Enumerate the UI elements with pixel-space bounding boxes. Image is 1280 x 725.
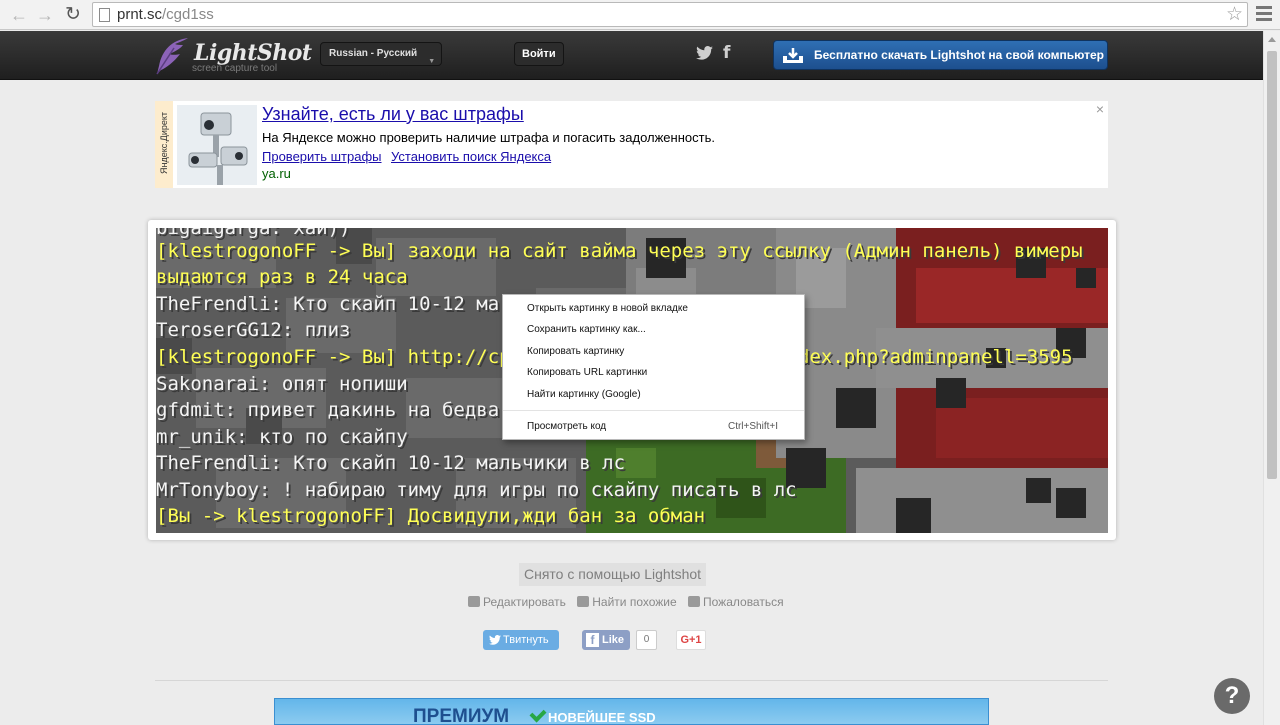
browser-menu-icon[interactable] bbox=[1256, 6, 1272, 22]
flag-icon bbox=[688, 596, 701, 607]
bottom-banner[interactable]: ПРЕМИУМ НОВЕЙШЕЕ SSD bbox=[274, 698, 989, 725]
download-icon bbox=[783, 48, 803, 63]
chat-line: gfdmit: привет дакинь на бедва bbox=[156, 399, 500, 421]
image-actions: Редактировать Найти похожие Пожаловаться bbox=[468, 595, 792, 609]
banner-subline: НОВЕЙШЕЕ SSD bbox=[548, 710, 656, 725]
chat-line: TheFrendli: Кто скайп 10-12 мальчики в л… bbox=[156, 452, 626, 474]
bookmark-star-icon[interactable]: ☆ bbox=[1226, 3, 1243, 26]
pencil-icon bbox=[468, 596, 480, 607]
credit-label[interactable]: Снято с помощью Lightshot bbox=[519, 563, 707, 586]
ad-link-install-search[interactable]: Установить поиск Яндекса bbox=[391, 149, 551, 164]
scrollbar-thumb[interactable] bbox=[1267, 51, 1277, 479]
ad-description: На Яндексе можно проверить наличие штраф… bbox=[262, 130, 715, 145]
menu-inspect-label: Просмотреть код bbox=[527, 421, 607, 432]
reload-icon[interactable]: ↻ bbox=[62, 4, 84, 26]
divider bbox=[155, 680, 1108, 681]
ad-image[interactable] bbox=[177, 105, 257, 185]
check-icon bbox=[529, 705, 547, 723]
chat-line: [klestrogonoFF -> Вы] заходи на сайт вай… bbox=[156, 240, 1083, 262]
chat-line: mr_unik: кто по скайпу bbox=[156, 426, 408, 448]
chat-line: TeroserGG12: плиз bbox=[156, 319, 351, 341]
ad-tag[interactable]: Яндекс.Директ bbox=[155, 101, 173, 188]
feather-icon bbox=[156, 38, 188, 75]
ad-domain[interactable]: ya.ru bbox=[262, 166, 291, 181]
chat-line: TheFrendli: Кто скайп 10-12 ма bbox=[156, 293, 500, 315]
brand-tagline: screen capture tool bbox=[192, 63, 278, 74]
vertical-scrollbar[interactable] bbox=[1263, 31, 1280, 725]
chat-line: dex.php?adminpanell=3595 bbox=[798, 346, 1073, 368]
tweet-button[interactable]: Твитнуть bbox=[483, 630, 559, 650]
chevron-down-icon: ▼ bbox=[428, 58, 436, 65]
menu-inspect-shortcut: Ctrl+Shift+I bbox=[727, 421, 778, 432]
menu-copy-image[interactable]: Копировать картинку bbox=[503, 342, 804, 362]
browser-toolbar: ← → ↻ prnt.sc/cgd1ss ☆ bbox=[0, 0, 1280, 30]
chat-line: [klestrogonoFF -> Вы] http://cp. bbox=[156, 346, 523, 368]
like-label: Like bbox=[602, 634, 625, 646]
language-label: Russian - Русский bbox=[329, 48, 418, 59]
menu-save-image-as[interactable]: Сохранить картинку как... bbox=[503, 320, 804, 340]
like-count: 0 bbox=[636, 630, 657, 650]
find-similar-link[interactable]: Найти похожие bbox=[577, 595, 677, 609]
menu-inspect-element[interactable]: Просмотреть код Ctrl+Shift+I bbox=[503, 417, 804, 437]
facebook-icon[interactable]: f bbox=[723, 43, 730, 63]
edit-link[interactable]: Редактировать bbox=[468, 595, 566, 609]
ad-title-link[interactable]: Узнайте, есть ли у вас штрафы bbox=[262, 104, 524, 125]
twitter-icon[interactable] bbox=[696, 46, 713, 60]
tweet-label: Твитнуть bbox=[503, 634, 549, 646]
facebook-icon: f bbox=[586, 633, 599, 647]
chat-line: MrTonyboy: ! набираю тиму для игры по ск… bbox=[156, 479, 797, 501]
menu-separator bbox=[503, 410, 804, 411]
menu-search-image-google[interactable]: Найти картинку (Google) bbox=[503, 385, 804, 405]
context-menu: Открыть картинку в новой вкладке Сохрани… bbox=[502, 294, 805, 440]
scroll-up-icon[interactable] bbox=[1268, 37, 1276, 42]
download-label: Бесплатно скачать Lightshot на свой комп… bbox=[814, 48, 1104, 62]
facebook-like-button[interactable]: f Like bbox=[582, 630, 630, 650]
download-button[interactable]: Бесплатно скачать Lightshot на свой комп… bbox=[773, 40, 1108, 70]
site-header: LightShot screen capture tool Russian - … bbox=[0, 31, 1263, 80]
yandex-ad: Яндекс.Директ Узнайте, есть ли у вас штр… bbox=[155, 101, 1108, 188]
chat-line: выдаются раз в 24 часа bbox=[156, 266, 408, 288]
twitter-icon bbox=[489, 635, 501, 645]
url-text: prnt.sc/cgd1ss bbox=[117, 6, 214, 23]
chat-line: Sakonarai: опят нопиши bbox=[156, 373, 408, 395]
ad-link-check-fines[interactable]: Проверить штрафы bbox=[262, 149, 382, 164]
address-bar[interactable]: prnt.sc/cgd1ss ☆ bbox=[92, 2, 1248, 27]
chat-line: [Вы -> klestrogonoFF] Досвидули,жди бан … bbox=[156, 505, 706, 527]
banner-headline: ПРЕМИУМ bbox=[413, 706, 510, 725]
forward-arrow-icon[interactable]: → bbox=[34, 4, 56, 26]
menu-open-image-new-tab[interactable]: Открыть картинку в новой вкладке bbox=[503, 299, 804, 319]
menu-copy-image-url[interactable]: Копировать URL картинки bbox=[503, 363, 804, 383]
help-button[interactable]: ? bbox=[1214, 678, 1250, 714]
page-icon bbox=[99, 8, 110, 22]
language-select[interactable]: Russian - Русский ▼ bbox=[320, 42, 443, 66]
lightshot-logo[interactable]: LightShot screen capture tool bbox=[154, 36, 312, 76]
camera-icon bbox=[577, 596, 590, 607]
back-arrow-icon[interactable]: ← bbox=[8, 4, 30, 26]
google-plus-button[interactable]: G+1 bbox=[676, 630, 706, 650]
close-icon[interactable]: × bbox=[1096, 101, 1104, 117]
login-button[interactable]: Войти bbox=[514, 42, 564, 66]
report-link[interactable]: Пожаловаться bbox=[688, 595, 784, 609]
